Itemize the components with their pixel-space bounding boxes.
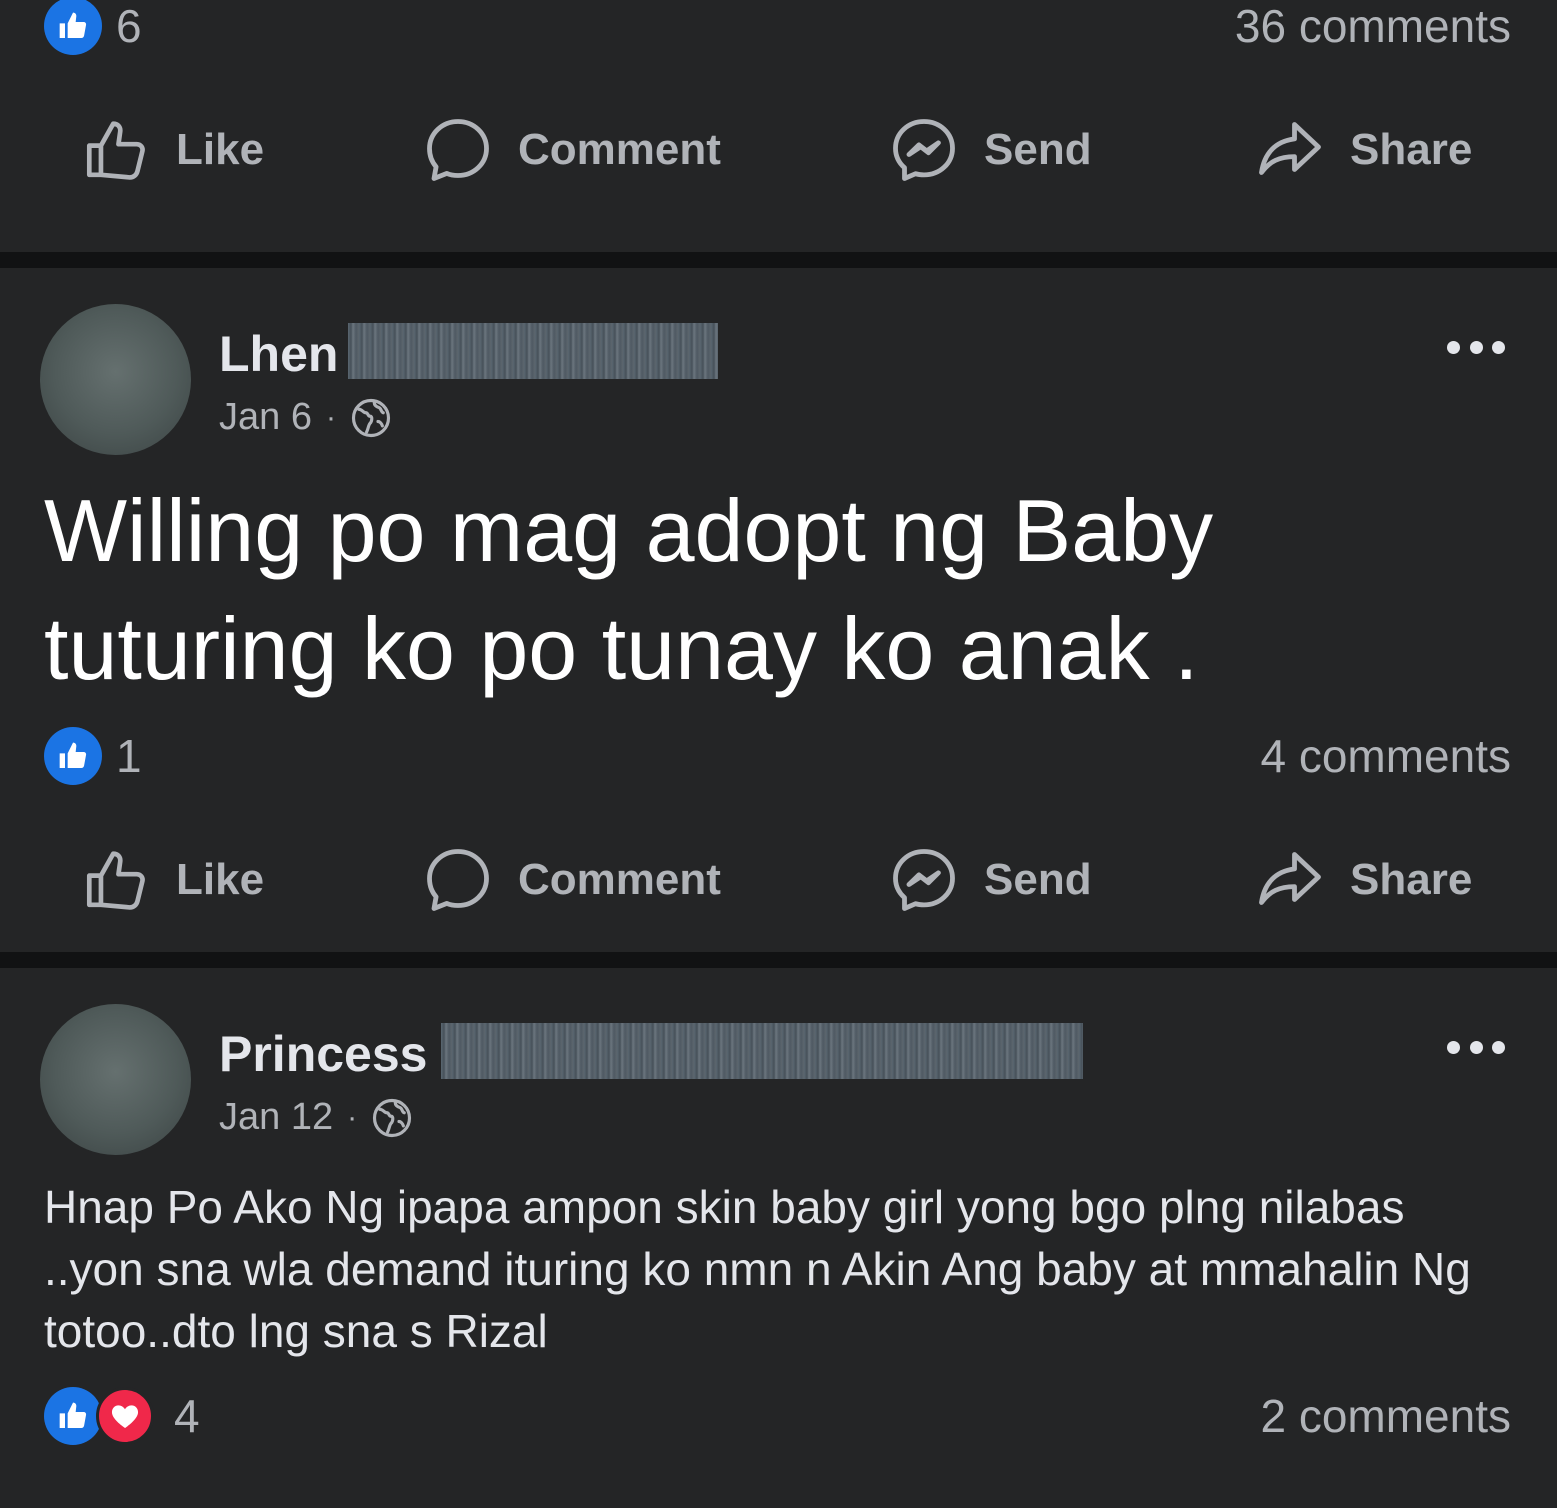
- thumbs-up-icon: [86, 851, 145, 910]
- post-date[interactable]: Jan 6: [219, 396, 312, 439]
- like-label: Like: [176, 855, 265, 904]
- comment-bubble-icon: [427, 119, 489, 181]
- messenger-icon: [893, 849, 955, 911]
- comment-bubble-icon: [427, 849, 489, 911]
- reaction-count[interactable]: 6: [116, 0, 142, 54]
- action-bar: Like Comment Send Share: [0, 840, 1557, 920]
- globe-icon: [351, 398, 391, 437]
- avatar[interactable]: [40, 1004, 191, 1155]
- post-date[interactable]: Jan 12: [219, 1096, 333, 1139]
- like-button[interactable]: Like: [82, 110, 264, 190]
- more-dot: [1492, 340, 1505, 354]
- messenger-icon: [893, 119, 955, 181]
- comment-count[interactable]: 4 comments: [1260, 728, 1511, 784]
- share-button[interactable]: Share: [1254, 110, 1472, 190]
- share-button[interactable]: Share: [1254, 840, 1472, 920]
- post-meta: Jan 12 ·: [219, 1096, 413, 1139]
- send-label: Send: [984, 125, 1092, 174]
- avatar[interactable]: [40, 304, 191, 455]
- like-reaction-icon: [44, 727, 102, 785]
- meta-separator: ·: [325, 400, 336, 434]
- comment-button[interactable]: Comment: [422, 840, 721, 920]
- more-options-button[interactable]: [1447, 340, 1505, 354]
- post-divider: [0, 252, 1557, 268]
- redacted-name: [441, 1023, 1083, 1079]
- reaction-count[interactable]: 4: [174, 1388, 200, 1444]
- reaction-icons[interactable]: [44, 1386, 154, 1446]
- post-text: Hnap Po Ako Ng ipapa ampon skin baby gir…: [44, 1181, 1471, 1357]
- reaction-summary: 1 4 comments: [0, 726, 1557, 786]
- more-dot: [1469, 340, 1483, 354]
- share-arrow-icon: [1259, 122, 1321, 175]
- more-dot: [1492, 1040, 1505, 1054]
- send-button[interactable]: Send: [888, 110, 1092, 190]
- reaction-count[interactable]: 1: [116, 728, 142, 784]
- reaction-summary: 6 36 comments: [0, 0, 1557, 56]
- comment-label: Comment: [518, 125, 721, 174]
- post-card: Lhen Jan 6 · Willing po mag adopt ng Bab…: [0, 268, 1557, 952]
- reaction-icons[interactable]: [44, 0, 102, 56]
- more-dot: [1447, 1040, 1460, 1054]
- like-button[interactable]: Like: [82, 840, 264, 920]
- meta-separator: ·: [347, 1100, 358, 1134]
- like-label: Like: [176, 125, 265, 174]
- post-card: Princess Jan 12 · Hnap Po Ako Ng ipapa a…: [0, 968, 1557, 1508]
- more-dot: [1447, 340, 1460, 354]
- comment-count[interactable]: 36 comments: [1235, 0, 1511, 54]
- redacted-name: [348, 323, 718, 379]
- like-reaction-icon: [44, 0, 102, 55]
- share-label: Share: [1350, 855, 1473, 904]
- post-card-previous: 6 36 comments Like Comment Send Share: [0, 0, 1557, 252]
- more-options-button[interactable]: [1447, 1040, 1505, 1054]
- post-divider: [0, 952, 1557, 968]
- post-meta: Jan 6 ·: [219, 396, 392, 439]
- thumbs-up-icon: [86, 121, 145, 180]
- share-arrow-icon: [1259, 852, 1321, 905]
- post-text: Willing po mag adopt ng Baby tuturing ko…: [44, 481, 1214, 698]
- globe-icon: [373, 1098, 412, 1137]
- more-dot: [1469, 1040, 1483, 1054]
- send-label: Send: [984, 855, 1092, 904]
- author-name[interactable]: Lhen: [219, 324, 338, 384]
- share-label: Share: [1350, 125, 1473, 174]
- reaction-summary: 4 2 comments: [0, 1386, 1557, 1446]
- heart-reaction-icon: [96, 1387, 154, 1445]
- comment-count[interactable]: 2 comments: [1260, 1388, 1511, 1444]
- like-reaction-icon: [44, 1387, 102, 1445]
- comment-button[interactable]: Comment: [422, 110, 721, 190]
- comment-label: Comment: [518, 855, 721, 904]
- author-name[interactable]: Princess: [219, 1024, 427, 1084]
- action-bar: Like Comment Send Share: [0, 110, 1557, 190]
- send-button[interactable]: Send: [888, 840, 1092, 920]
- reaction-icons[interactable]: [44, 726, 102, 786]
